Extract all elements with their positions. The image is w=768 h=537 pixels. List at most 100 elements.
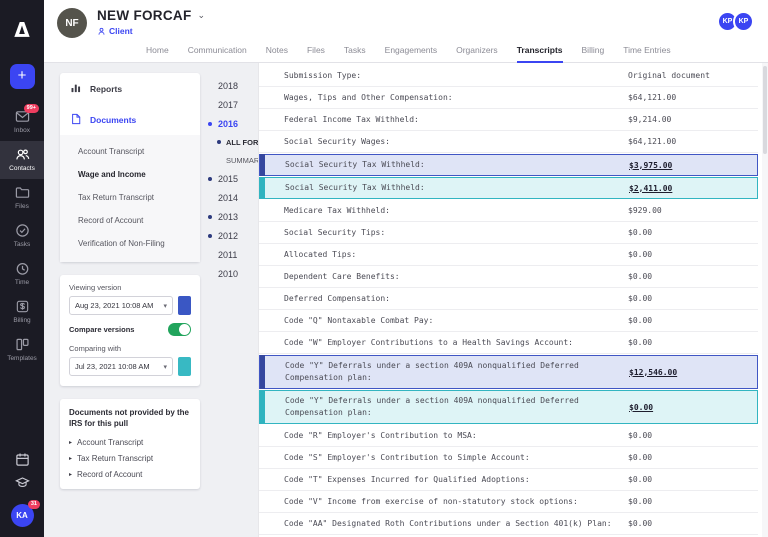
row-value[interactable]: $2,411.00 bbox=[629, 184, 672, 193]
grad-cap-icon[interactable] bbox=[15, 475, 30, 490]
year-dot-icon bbox=[217, 140, 221, 144]
global-nav: 99+InboxContactsFilesTasksTimeBillingTem… bbox=[0, 103, 44, 369]
year-item-2014[interactable]: 2014 bbox=[208, 188, 258, 207]
comparing-with-select[interactable]: Jul 23, 2021 10:08 AM ▾ bbox=[69, 357, 173, 376]
year-item-2012[interactable]: 2012 bbox=[208, 226, 258, 245]
missing-doc-item: ▸Tax Return Transcript bbox=[69, 450, 191, 466]
row-label: Code "Y" Deferrals under a section 409A … bbox=[285, 391, 629, 423]
transcript-type-account-transcript[interactable]: Account Transcript bbox=[60, 140, 200, 163]
year-dot-icon bbox=[208, 122, 212, 126]
collaborator-avatars: KPKP bbox=[717, 8, 754, 32]
row-value[interactable]: $12,546.00 bbox=[629, 368, 677, 377]
table-row: Code "Q" Nontaxable Combat Pay:$0.00 bbox=[259, 310, 758, 332]
tab-engagements[interactable]: Engagements bbox=[385, 45, 437, 63]
tab-home[interactable]: Home bbox=[146, 45, 169, 63]
year-item-2010[interactable]: 2010 bbox=[208, 264, 258, 283]
year-item-2018[interactable]: 2018 bbox=[208, 76, 258, 95]
row-label: Code "W" Employer Contributions to a Hea… bbox=[284, 333, 628, 353]
row-label: Social Security Tips: bbox=[284, 223, 628, 243]
transcript-type-verification-of-non-filing[interactable]: Verification of Non-Filing bbox=[60, 232, 200, 255]
row-label: Code "R" Employer's Contribution to MSA: bbox=[284, 426, 628, 446]
user-avatar[interactable]: KA 31 bbox=[11, 504, 34, 527]
transcript-type-record-of-account[interactable]: Record of Account bbox=[60, 209, 200, 232]
user-initials: KA bbox=[16, 511, 28, 520]
year-label: 2011 bbox=[218, 250, 237, 260]
table-row[interactable]: Code "Y" Deferrals under a section 409A … bbox=[259, 390, 758, 424]
row-label: Medicare Tax Withheld: bbox=[284, 201, 628, 221]
app-window: Δ + 99+InboxContactsFilesTasksTimeBillin… bbox=[0, 0, 768, 537]
row-value: $0.00 bbox=[628, 272, 652, 281]
sidebar-item-files[interactable]: Files bbox=[0, 179, 44, 217]
vertical-scrollbar[interactable] bbox=[762, 63, 768, 537]
year-item-2011[interactable]: 2011 bbox=[208, 245, 258, 264]
missing-doc-label: Account Transcript bbox=[77, 438, 143, 447]
missing-documents-title: Documents not provided by the IRS for th… bbox=[69, 407, 191, 429]
comparing-with-label: Comparing with bbox=[69, 344, 191, 353]
tab-transcripts[interactable]: Transcripts bbox=[517, 45, 563, 63]
row-value: $0.00 bbox=[628, 250, 652, 259]
year-item-all-forms[interactable]: ALL FORMS bbox=[208, 133, 258, 151]
triangle-bullet-icon: ▸ bbox=[69, 455, 72, 462]
year-item-2013[interactable]: 2013 bbox=[208, 207, 258, 226]
sidebar-item-inbox[interactable]: 99+Inbox bbox=[0, 103, 44, 141]
transcript-type-wage-and-income[interactable]: Wage and Income bbox=[60, 163, 200, 186]
row-value: Original document bbox=[628, 71, 710, 80]
year-item-summary[interactable]: SUMMARY bbox=[208, 151, 258, 169]
table-row: Social Security Tips:$0.00 bbox=[259, 222, 758, 244]
year-label: 2010 bbox=[218, 269, 238, 279]
version-card: Viewing version Aug 23, 2021 10:08 AM ▾ … bbox=[60, 275, 200, 386]
calendar-icon[interactable] bbox=[15, 452, 30, 467]
viewing-version-select[interactable]: Aug 23, 2021 10:08 AM ▾ bbox=[69, 296, 173, 315]
create-button[interactable]: + bbox=[10, 64, 35, 89]
sidebar-item-tasks[interactable]: Tasks bbox=[0, 217, 44, 255]
templates-icon bbox=[15, 337, 30, 352]
sidebar-item-reports[interactable]: Reports bbox=[60, 73, 200, 104]
missing-doc-item: ▸Account Transcript bbox=[69, 434, 191, 450]
chevron-down-icon: ▾ bbox=[163, 363, 167, 371]
row-value: $0.00 bbox=[628, 228, 652, 237]
tab-time-entries[interactable]: Time Entries bbox=[623, 45, 670, 63]
year-item-2017[interactable]: 2017 bbox=[208, 95, 258, 114]
tab-communication[interactable]: Communication bbox=[188, 45, 247, 63]
sidebar-item-contacts[interactable]: Contacts bbox=[0, 141, 44, 179]
row-value[interactable]: $3,975.00 bbox=[629, 161, 672, 170]
tab-tasks[interactable]: Tasks bbox=[344, 45, 366, 63]
row-accent-bar bbox=[260, 390, 265, 424]
scrollbar-thumb[interactable] bbox=[763, 66, 767, 154]
sidebar-item-templates[interactable]: Templates bbox=[0, 331, 44, 369]
nav-item-label: Reports bbox=[90, 84, 122, 94]
chevron-down-icon[interactable]: ⌄ bbox=[198, 10, 206, 21]
client-type-label: Client bbox=[97, 26, 205, 36]
transcript-type-list: Account TranscriptWage and IncomeTax Ret… bbox=[60, 135, 200, 262]
year-item-2015[interactable]: 2015 bbox=[208, 169, 258, 188]
comparing-with-value: Jul 23, 2021 10:08 AM bbox=[75, 362, 150, 371]
sidebar-item-time[interactable]: Time bbox=[0, 255, 44, 293]
transcript-type-tax-return-transcript[interactable]: Tax Return Transcript bbox=[60, 186, 200, 209]
table-row: Wages, Tips and Other Compensation:$64,1… bbox=[259, 87, 758, 109]
tab-notes[interactable]: Notes bbox=[266, 45, 288, 63]
tab-billing[interactable]: Billing bbox=[582, 45, 605, 63]
dollar-square-icon bbox=[15, 299, 30, 314]
table-row: Submission Type:Original document bbox=[259, 65, 758, 87]
sidebar-item-documents[interactable]: Documents bbox=[60, 104, 200, 135]
row-value: $0.00 bbox=[628, 497, 652, 506]
year-dot-icon bbox=[208, 234, 212, 238]
tab-files[interactable]: Files bbox=[307, 45, 325, 63]
table-row[interactable]: Social Security Tax Withheld:$3,975.00 bbox=[259, 154, 758, 176]
collaborator-avatar[interactable]: KP bbox=[733, 11, 754, 32]
tab-organizers[interactable]: Organizers bbox=[456, 45, 498, 63]
row-label: Federal Income Tax Withheld: bbox=[284, 110, 628, 130]
row-value[interactable]: $0.00 bbox=[629, 403, 653, 412]
row-value: $929.00 bbox=[628, 206, 662, 215]
triangle-bullet-icon: ▸ bbox=[69, 471, 72, 478]
table-row[interactable]: Social Security Tax Withheld:$2,411.00 bbox=[259, 177, 758, 199]
compare-versions-toggle[interactable] bbox=[168, 323, 191, 336]
year-list: 201820172016ALL FORMSSUMMARY20152014 2013… bbox=[208, 73, 258, 537]
sidebar-item-billing[interactable]: Billing bbox=[0, 293, 44, 331]
documents-card: Reports Documents Account TranscriptWage … bbox=[60, 73, 200, 262]
chevron-down-icon: ▾ bbox=[163, 302, 167, 310]
table-row[interactable]: Code "Y" Deferrals under a section 409A … bbox=[259, 355, 758, 389]
year-item-2016[interactable]: 2016 bbox=[208, 114, 258, 133]
year-label: 2013 bbox=[218, 212, 238, 222]
row-label: Code "V" Income from exercise of non-sta… bbox=[284, 492, 628, 512]
